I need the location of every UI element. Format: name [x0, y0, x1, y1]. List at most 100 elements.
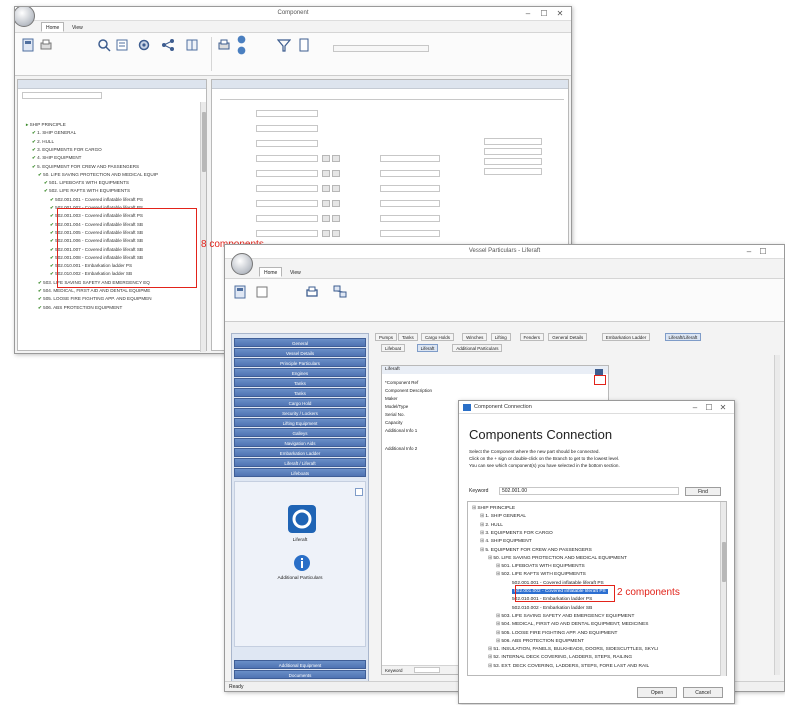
nav-item[interactable]: Principle Particulars: [234, 358, 366, 367]
top-tab[interactable]: Fenders: [519, 333, 545, 341]
minimize-icon[interactable]: –: [744, 247, 754, 256]
tree-item[interactable]: ⊞ 50. LIFE SAVING PROTECTION AND MEDICAL…: [488, 556, 627, 561]
minimize-icon[interactable]: –: [690, 403, 700, 412]
nav-item[interactable]: Lifting Equipment: [234, 418, 366, 427]
top-tab[interactable]: Lifting: [490, 333, 511, 341]
top-tab[interactable]: Tanks: [398, 333, 418, 341]
minimize-icon[interactable]: –: [523, 9, 533, 18]
field-button[interactable]: [322, 170, 330, 177]
field-button[interactable]: [322, 185, 330, 192]
tree-item[interactable]: ✔ 502.001.001 - Covered inflatable lifer…: [50, 197, 143, 203]
maximize-icon[interactable]: ☐: [539, 9, 549, 18]
tree-scrollbar[interactable]: [200, 102, 206, 352]
nav-item[interactable]: Tanks: [234, 378, 366, 387]
nav-item[interactable]: General: [234, 338, 366, 347]
nav-additional-equipment[interactable]: Additional Equipment: [234, 660, 366, 669]
filter-icon[interactable]: [277, 38, 291, 52]
detail-field[interactable]: [484, 158, 542, 165]
maximize-icon[interactable]: ☐: [758, 247, 768, 256]
app-menu-icon[interactable]: [15, 7, 35, 27]
save-icon[interactable]: [233, 285, 247, 299]
scroll-thumb[interactable]: [722, 542, 726, 582]
detail-field[interactable]: [256, 230, 318, 237]
detail-field[interactable]: [256, 110, 318, 117]
cancel-button[interactable]: Cancel: [683, 687, 723, 698]
print-icon[interactable]: [39, 38, 53, 52]
detail-field[interactable]: [380, 215, 440, 222]
print-icon[interactable]: [305, 285, 319, 299]
field-button[interactable]: [332, 230, 340, 237]
nav-item[interactable]: Cargo Hold: [234, 398, 366, 407]
list-icon[interactable]: [115, 38, 129, 52]
tree-item[interactable]: ⊞ 501. LIFEBOATS WITH EQUIPMENTS: [496, 564, 585, 569]
tree-item[interactable]: ⊞ 2. HULL: [480, 523, 503, 528]
field-button[interactable]: [332, 185, 340, 192]
tree-item[interactable]: ▸ SHIP PRINCIPLE: [26, 122, 66, 128]
search-icon[interactable]: [97, 38, 111, 52]
tree-item[interactable]: ⊞ 1. SHIP GENERAL: [480, 514, 526, 519]
arrow-up-icon[interactable]: [237, 35, 246, 44]
tree-item[interactable]: ⊞ 4. SHIP EQUIPMENT: [480, 539, 532, 544]
close-icon[interactable]: ✕: [555, 9, 565, 18]
top-tab[interactable]: Cargo Holds: [421, 333, 455, 341]
nav-item[interactable]: Liferaft / Liferaft: [234, 458, 366, 467]
tree-item[interactable]: ⊞ 51. INSULATION, PANELS, BULKHEADS, DOO…: [488, 647, 658, 652]
maximize-icon[interactable]: ☐: [704, 403, 714, 412]
nav-item[interactable]: Engines: [234, 368, 366, 377]
top-tab[interactable]: General Details: [548, 333, 588, 341]
nav-item[interactable]: Navigation Aids: [234, 438, 366, 447]
field-button[interactable]: [332, 155, 340, 162]
nav-item[interactable]: Tanks: [234, 388, 366, 397]
detail-field[interactable]: [484, 148, 542, 155]
tab-home[interactable]: Home: [41, 22, 65, 32]
tree-item[interactable]: 502.010.002 - Embarkation ladder SB: [512, 606, 592, 611]
tree-item[interactable]: ✔ 1. SHIP GENERAL: [32, 130, 76, 136]
tree-item[interactable]: ⊞ 502. LIFE RAFTS WITH EQUIPMENTS: [496, 572, 586, 577]
open-button[interactable]: Open: [637, 687, 677, 698]
detail-field[interactable]: [256, 125, 318, 132]
top-tab[interactable]: Pumps: [375, 333, 398, 341]
window-scrollbar[interactable]: [774, 355, 780, 675]
edit-icon[interactable]: [255, 285, 269, 299]
sub-tab[interactable]: Additional Particulars: [452, 344, 503, 352]
tree-item[interactable]: ✔ 502. LIFE RAFTS WITH EQUIPMENTS: [44, 188, 130, 194]
tree-item[interactable]: ✔ 504. MEDICAL, FIRST AID AND DENTAL EQU…: [38, 288, 150, 294]
detail-field[interactable]: [256, 155, 318, 162]
tree-item[interactable]: ✔ 3. EQUIPMENTS FOR CARGO: [32, 147, 102, 153]
scroll-thumb[interactable]: [202, 112, 206, 172]
tab-view[interactable]: View: [67, 22, 88, 32]
tree-item[interactable]: ⊞ 504. MEDICAL, FIRST AID AND DENTAL EQU…: [496, 622, 648, 627]
print-icon[interactable]: [217, 38, 231, 52]
collapse-button[interactable]: [355, 488, 363, 496]
share-icon[interactable]: [161, 38, 175, 52]
tree-item[interactable]: ⊞ 3. EQUIPMENTS FOR CARGO: [480, 531, 553, 536]
sub-tab[interactable]: Liferaft: [416, 344, 439, 352]
grid-icon[interactable]: [185, 38, 199, 52]
tree-search-input[interactable]: [22, 92, 102, 99]
nav-item[interactable]: Galleys: [234, 428, 366, 437]
top-tab[interactable]: Embarkation Ladder: [601, 333, 651, 341]
field-button[interactable]: [332, 215, 340, 222]
field-button[interactable]: [322, 200, 330, 207]
detail-field[interactable]: [380, 170, 440, 177]
app-menu-icon[interactable]: [231, 253, 253, 275]
detail-field[interactable]: [256, 200, 318, 207]
tree-item[interactable]: ✔ 501. LIFEBOATS WITH EQUIPMENTS: [44, 180, 129, 186]
tree-item[interactable]: ✔ 505. LOOSE FIRE FIGHTING APP. AND EQUI…: [38, 296, 152, 302]
connect-icon[interactable]: [333, 285, 347, 299]
nav-item[interactable]: Security / Lockers: [234, 408, 366, 417]
liferaft-icon[interactable]: [287, 504, 317, 534]
nav-item[interactable]: Lifeboats: [234, 468, 366, 477]
field-button[interactable]: [322, 230, 330, 237]
tab-view[interactable]: View: [285, 267, 306, 277]
info-icon[interactable]: [293, 554, 311, 572]
tab-home[interactable]: Home: [259, 267, 283, 277]
detail-field[interactable]: [484, 138, 542, 145]
tree-item[interactable]: ⊞ 5. EQUIPMENT FOR CREW AND PASSENGERS: [480, 548, 592, 553]
close-icon[interactable]: ✕: [718, 403, 728, 412]
top-tab[interactable]: Winches: [462, 333, 488, 341]
tree-item[interactable]: ✔ 5. EQUIPMENT FOR CREW AND PASSENGERS: [32, 164, 139, 170]
tree-item[interactable]: ✔ 4. SHIP EQUIPMENT: [32, 155, 81, 161]
tree-item[interactable]: ⊞ 506. ABS PROTECTION EQUIPMENT: [496, 639, 584, 644]
tree-item[interactable]: ⊞ SHIP PRINCIPLE: [472, 506, 515, 511]
